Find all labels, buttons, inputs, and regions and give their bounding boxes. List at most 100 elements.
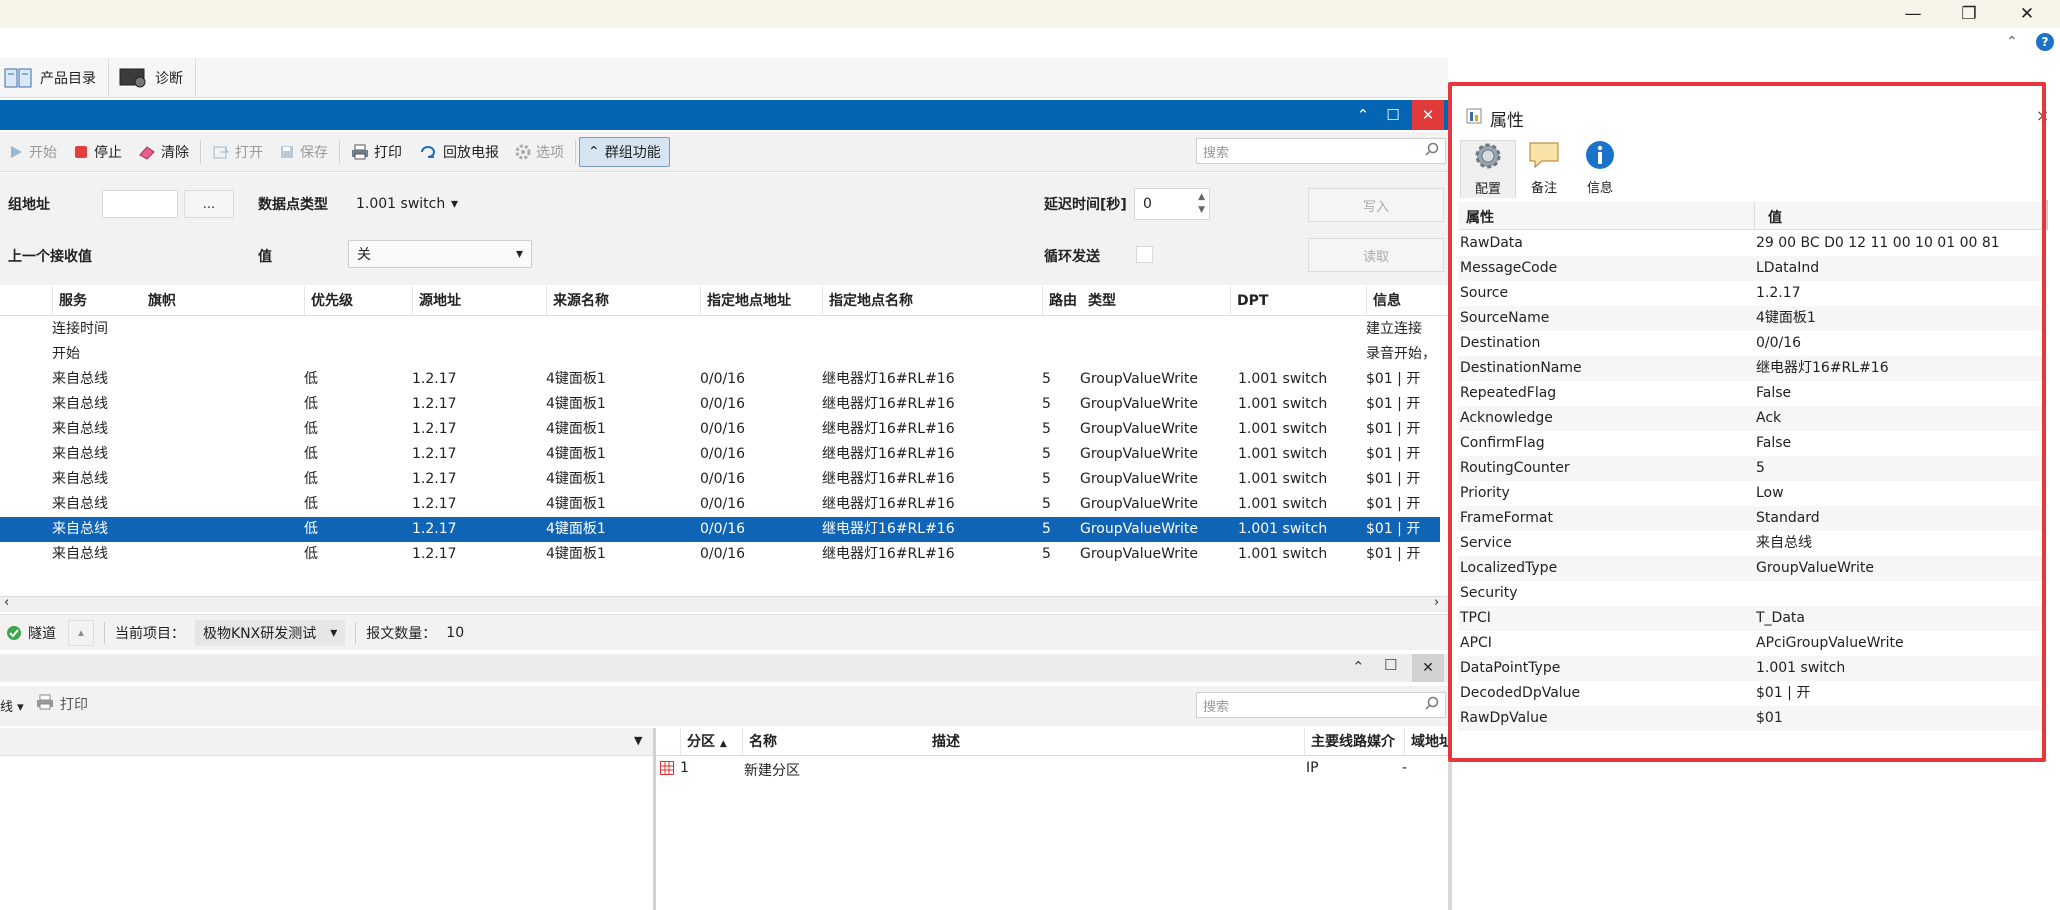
telegram-row[interactable]: 来自总线 低 1.2.17 4键面板1 0/0/16 继电器灯16#RL#16 5 Group… [0, 442, 1440, 467]
status-separator [355, 621, 357, 644]
options-button[interactable]: 选项 [507, 137, 572, 167]
col-description[interactable]: 描述 [926, 728, 1304, 756]
lower-close-icon[interactable]: ✕ [1412, 654, 1444, 682]
col-dpt[interactable]: DPT [1230, 286, 1366, 316]
start-button[interactable]: 开始 [0, 137, 65, 167]
col-info[interactable]: 信息 [1366, 286, 1448, 316]
cell-dst: 0/0/16 [700, 446, 746, 462]
stop-button[interactable]: 停止 [65, 137, 130, 167]
scroll-left-icon[interactable]: ‹ [4, 595, 9, 610]
scroll-right-icon[interactable]: › [1434, 595, 1439, 610]
tunnel-label: 隧道 [28, 625, 56, 642]
col-source-name[interactable]: 来源名称 [546, 286, 700, 316]
spin-arrows-icon[interactable]: ▲ ▼ [1198, 191, 1205, 217]
browse-label: ... [202, 196, 216, 212]
browse-group-address-button[interactable]: ... [184, 190, 234, 218]
value-select[interactable]: 关 ▾ [348, 240, 532, 268]
col-destination-name[interactable]: 指定地点名称 [822, 286, 1042, 316]
write-button[interactable]: 写入 [1308, 188, 1444, 222]
col-medium[interactable]: 主要线路媒介 [1304, 728, 1404, 756]
telegram-row[interactable]: 来自总线 低 1.2.17 4键面板1 0/0/16 继电器灯16#RL#16 5 Group… [0, 392, 1440, 417]
minimize-button[interactable]: — [1884, 0, 1942, 28]
collapse-ribbon-icon[interactable]: ⌃ [2006, 34, 2018, 50]
open-button[interactable]: 打开 [204, 137, 271, 167]
telegram-row[interactable]: 来自总线 低 1.2.17 4键面板1 0/0/16 继电器灯16#RL#16 5 Group… [0, 467, 1440, 492]
help-icon[interactable]: ? [2036, 33, 2054, 51]
panel-maximize-icon[interactable]: ☐ [1378, 100, 1408, 130]
cell-type: GroupValueWrite [1080, 471, 1199, 487]
delay-input[interactable]: 0 ▲ ▼ [1134, 188, 1210, 220]
cell-priority: 低 [304, 396, 318, 412]
cell-dst: 0/0/16 [700, 546, 746, 562]
cell-src: 1.2.17 [412, 471, 457, 487]
start-label: 开始 [29, 144, 57, 161]
telegram-row[interactable]: 来自总线 低 1.2.17 4键面板1 0/0/16 继电器灯16#RL#16 5 Group… [0, 367, 1440, 392]
telegram-row[interactable]: 开始 录音开始， [0, 342, 1440, 367]
zone-row[interactable]: 1 新建分区 IP - [656, 756, 1448, 782]
cell-dst-name: 继电器灯16#RL#16 [822, 421, 955, 437]
col-name[interactable]: 名称 [742, 728, 926, 756]
value-value: 关 [357, 247, 371, 263]
save-button[interactable]: 保存 [271, 137, 336, 167]
cell-dst-name: 继电器灯16#RL#16 [822, 496, 955, 512]
lower-search-input[interactable]: 搜索 [1196, 692, 1446, 718]
telegram-row[interactable]: 来自总线 低 1.2.17 4键面板1 0/0/16 继电器灯16#RL#16 5 Group… [0, 492, 1440, 517]
status-bar: 隧道 ▴ 当前项目： 极物KNX研发测试 ▾ 报文数量： 10 [0, 614, 1448, 650]
cell-priority: 低 [304, 371, 318, 387]
lower-print-button[interactable]: 打印 [36, 694, 88, 714]
stop-label: 停止 [94, 144, 122, 161]
project-select[interactable]: 极物KNX研发测试 ▾ [195, 619, 346, 646]
restore-button[interactable]: ❐ [1940, 0, 1998, 28]
col-source-address[interactable]: 源地址 [412, 286, 546, 316]
cell-src-name: 4键面板1 [546, 396, 606, 412]
col-service[interactable]: 服务 [52, 286, 142, 316]
cell-route: 5 [1042, 371, 1051, 387]
panel-close-icon[interactable]: ✕ [1412, 100, 1444, 130]
cell-service: 来自总线 [52, 521, 108, 537]
options-label: 选项 [536, 144, 564, 161]
col-type[interactable]: 类型 [1082, 286, 1230, 316]
cyclic-send-checkbox[interactable] [1136, 246, 1153, 263]
close-window-button[interactable]: ✕ [1998, 0, 2056, 28]
col-destination-address[interactable]: 指定地点地址 [700, 286, 822, 316]
telegram-row[interactable]: 来自总线 低 1.2.17 4键面板1 0/0/16 继电器灯16#RL#16 5 Group… [0, 542, 1440, 567]
telegram-row[interactable]: 来自总线 低 1.2.17 4键面板1 0/0/16 继电器灯16#RL#16 5 Group… [0, 517, 1440, 542]
lower-view-dropdown[interactable]: 线 ▾ [0, 696, 24, 715]
dpt-select[interactable]: 1.001 switch ▾ [348, 190, 466, 218]
col-route[interactable]: 路由 [1042, 286, 1082, 316]
col-priority[interactable]: 优先级 [304, 286, 412, 316]
lower-maximize-icon[interactable]: ☐ [1384, 656, 1397, 674]
telegram-row[interactable]: 来自总线 低 1.2.17 4键面板1 0/0/16 继电器灯16#RL#16 5 Group… [0, 417, 1440, 442]
read-button[interactable]: 读取 [1308, 238, 1444, 272]
cell-route: 5 [1042, 546, 1051, 562]
cell-service: 连接时间 [52, 321, 108, 337]
replay-telegrams-button[interactable]: 回放电报 [410, 137, 507, 167]
col-zone[interactable]: 分区 ▲ [680, 728, 742, 756]
col-flags[interactable]: 旗帜 [142, 286, 304, 316]
cell-src-name: 4键面板1 [546, 521, 606, 537]
cell-dst: 0/0/16 [700, 496, 746, 512]
menu-diagnostics[interactable]: 诊断 [109, 57, 196, 98]
tunnel-dropdown-button[interactable]: ▴ [68, 619, 94, 646]
group-function-toggle[interactable]: ⌃ 群组功能 [579, 136, 670, 167]
cell-dst: 0/0/16 [700, 521, 746, 537]
col-domain-address[interactable]: 域地址 [1404, 728, 1448, 756]
panel-collapse-icon[interactable]: ⌃ [1348, 100, 1378, 130]
clear-button[interactable]: 清除 [130, 137, 197, 167]
horizontal-scrollbar[interactable]: ‹ › [0, 595, 1448, 612]
cell-dst-name: 继电器灯16#RL#16 [822, 521, 955, 537]
menu-product-catalog[interactable]: 产品目录 [0, 57, 109, 98]
save-label: 保存 [300, 144, 328, 161]
cell-service: 来自总线 [52, 396, 108, 412]
monitor-search-input[interactable]: 搜索 [1196, 138, 1446, 164]
print-label: 打印 [374, 144, 402, 161]
lower-collapse-icon[interactable]: ⌃ [1352, 658, 1365, 676]
cell-dpt: 1.001 switch [1238, 471, 1328, 487]
cell-src-name: 4键面板1 [546, 546, 606, 562]
print-button[interactable]: 打印 [343, 137, 410, 167]
telegram-row[interactable]: 连接时间 建立连接 [0, 317, 1440, 342]
group-address-input[interactable] [102, 190, 178, 218]
telegram-count-value: 10 [446, 624, 465, 641]
cell-info: $01 | 开 [1366, 521, 1421, 537]
dropdown-arrow-icon[interactable]: ▼ [634, 734, 642, 747]
